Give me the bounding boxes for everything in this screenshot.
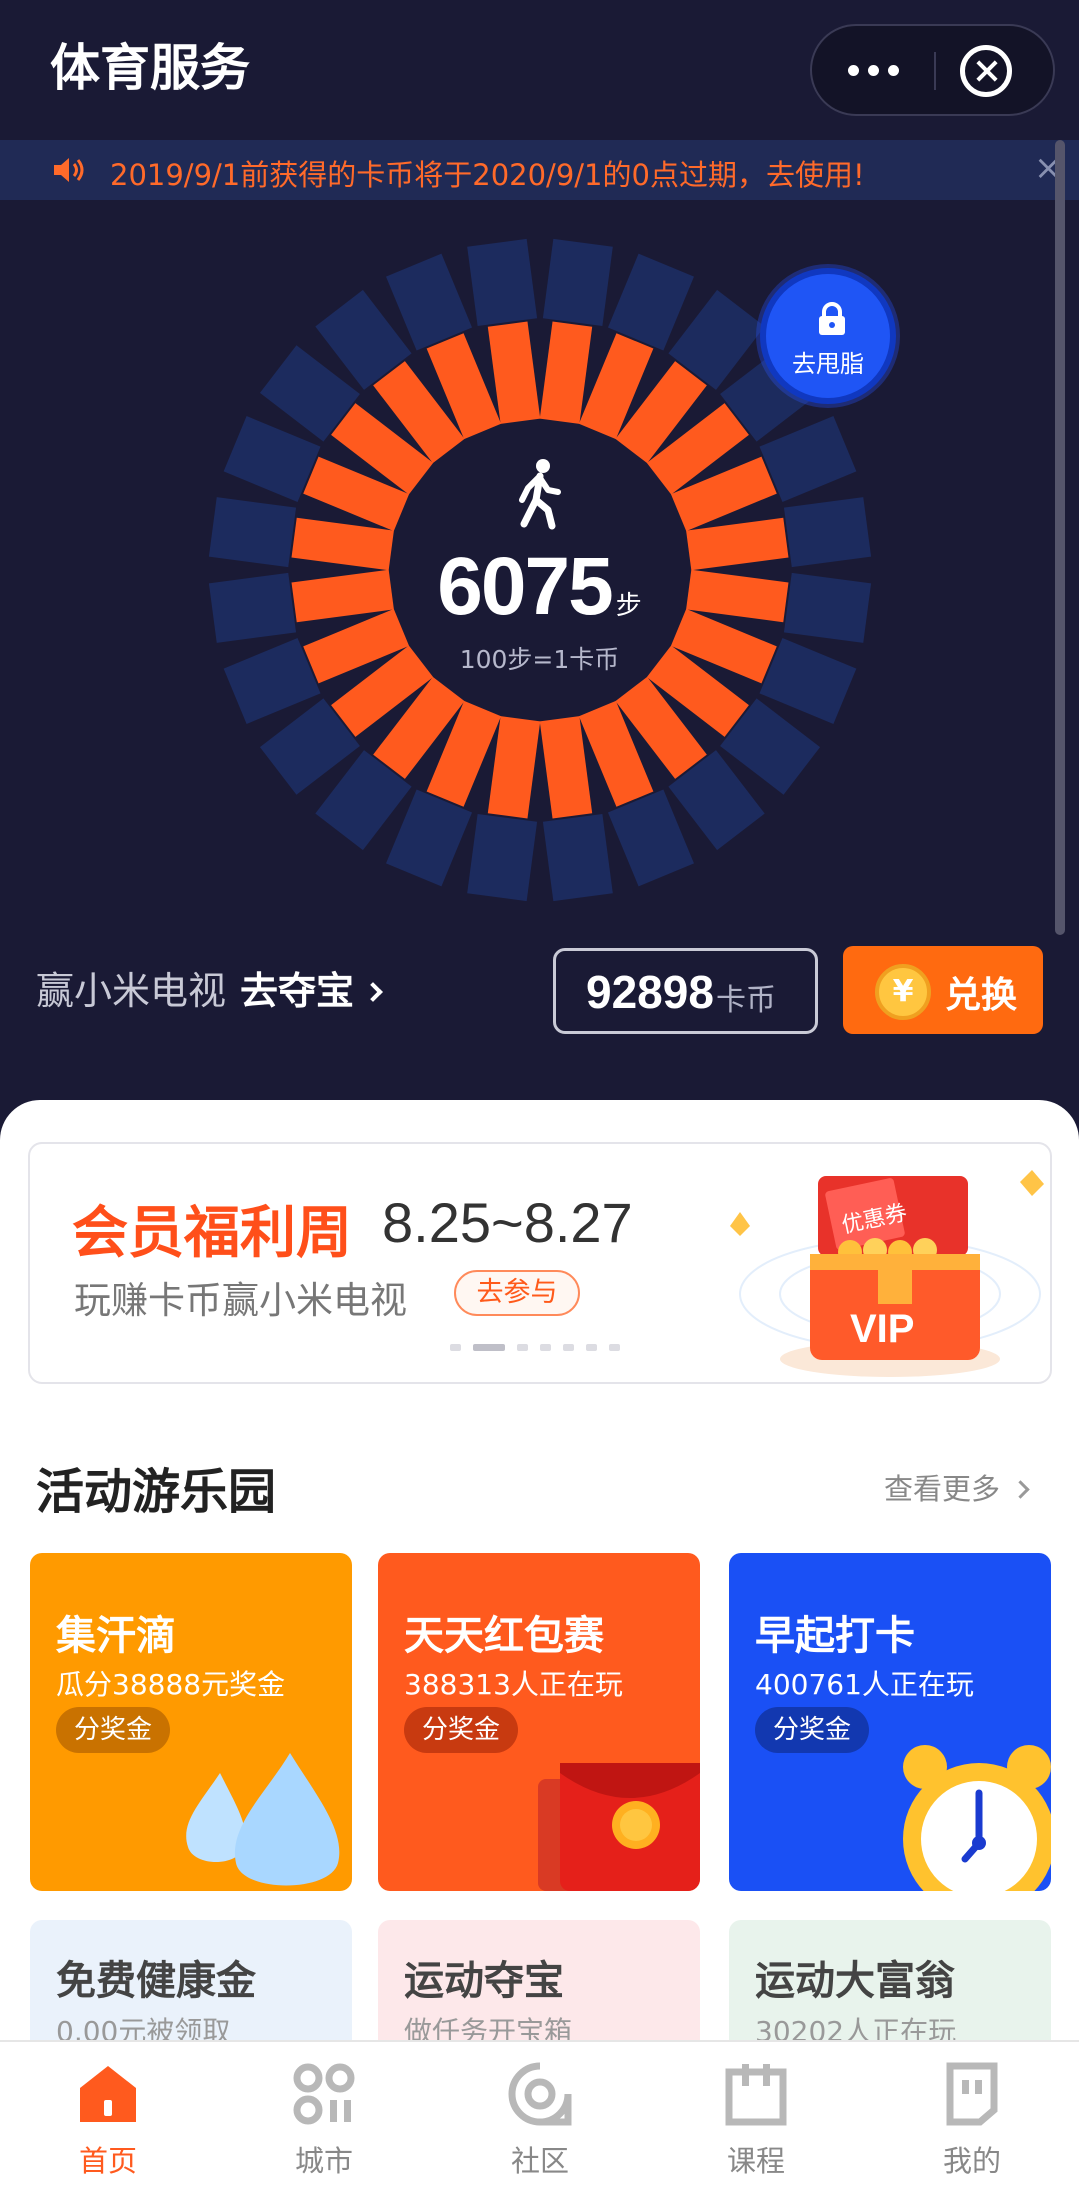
dial-inner-segment: [487, 716, 541, 819]
close-icon[interactable]: [960, 45, 1012, 97]
card-tag: 分奖金: [404, 1707, 519, 1753]
pager-dot: [517, 1344, 528, 1351]
speaker-icon: [54, 158, 84, 182]
chest-vip-label: VIP: [850, 1307, 914, 1351]
red-envelope-icon: [538, 1763, 700, 1891]
vip-chest-illustration: 优惠券 VIP: [730, 1170, 1044, 1377]
card-title: 早起打卡: [755, 1613, 915, 1659]
step-value: 6075: [437, 541, 613, 632]
notice-bar[interactable]: 2019/9/1前获得的卡币将于2020/9/1的0点过期，去使用! ×: [0, 140, 1079, 200]
card-title: 免费健康金: [56, 1958, 256, 2004]
card-subtitle: 做任务开宝箱: [404, 2015, 573, 2040]
join-button[interactable]: 去参与: [454, 1270, 580, 1316]
card-subtitle: 30202人正在玩: [755, 2015, 957, 2040]
community-icon: [508, 2062, 572, 2126]
dial-outer-segment: [542, 813, 613, 902]
dial-inner-segment: [487, 321, 541, 424]
card-subtitle: 瓜分38888元奖金: [56, 1668, 286, 1701]
lock-icon: [819, 302, 845, 335]
see-more-label: 查看更多: [884, 1472, 1001, 1506]
exchange-rate: 100步=1卡币: [459, 645, 620, 674]
title-bar: 体育服务: [0, 0, 1079, 140]
pager-dot-active: [473, 1344, 505, 1351]
water-drop-icon: [186, 1753, 340, 1886]
card-title: 集汗滴: [56, 1613, 176, 1659]
coin-icon: ¥: [875, 964, 931, 1020]
banner-dates: 8.25~8.27: [382, 1191, 633, 1254]
course-icon: [725, 2064, 787, 2126]
card-subtitle: 0.00元被领取: [56, 2015, 231, 2040]
fat-burn-label: 去甩脂: [792, 350, 864, 378]
exchange-button[interactable]: ¥ 兑换: [843, 946, 1043, 1034]
tab-label: 首页: [78, 2144, 137, 2178]
notice-text: 2019/9/1前获得的卡币将于2020/9/1的0点过期，去使用!: [110, 158, 865, 192]
card-subtitle: 388313人正在玩: [404, 1668, 623, 1701]
tab-label: 城市: [294, 2144, 353, 2178]
chevron-right-icon: [363, 982, 383, 1002]
see-more-link[interactable]: 查看更多: [884, 1466, 1030, 1508]
tab-label: 我的: [942, 2144, 1001, 2178]
card-title: 运动夺宝: [404, 1958, 564, 2004]
tab-profile[interactable]: 我的: [864, 2042, 1079, 2193]
pager-dot: [450, 1344, 461, 1351]
pager-dot: [540, 1344, 551, 1351]
capsule-divider: [934, 52, 936, 90]
card-title: 运动大富翁: [755, 1958, 955, 2004]
city-icon: [293, 2063, 355, 2125]
alarm-clock-icon: [903, 1745, 1051, 1891]
member-week-banner[interactable]: 会员福利周 8.25~8.27 玩赚卡币赢小米电视 去参与 优惠券 VIP: [28, 1142, 1052, 1384]
tab-community[interactable]: 社区: [432, 2042, 648, 2193]
bottom-tab-bar: 首页 城市 社区 课程 我的: [0, 2040, 1079, 2193]
dial-inner-segment: [539, 716, 593, 819]
pager-dot: [563, 1344, 574, 1351]
tv-lottery-label: 赢小米电视: [36, 969, 227, 1013]
tab-label: 课程: [726, 2144, 785, 2178]
profile-icon: [946, 2062, 998, 2126]
coin-balance: 92898 卡币: [553, 948, 818, 1034]
banner-headline: 会员福利周: [72, 1201, 352, 1266]
banner-pager: [450, 1344, 620, 1351]
card-tag: 分奖金: [56, 1707, 171, 1753]
activity-card-monopoly[interactable]: 运动大富翁 30202人正在玩: [729, 1920, 1051, 2040]
dial-outer-segment: [542, 238, 613, 327]
tab-course[interactable]: 课程: [648, 2042, 864, 2193]
card-subtitle: 400761人正在玩: [755, 1668, 974, 1701]
dial-outer-segment: [467, 813, 538, 902]
mini-program-capsule: [810, 24, 1055, 116]
exchange-label: 兑换: [945, 975, 1018, 1016]
card-title: 天天红包赛: [404, 1613, 604, 1659]
step-count: 6075 步: [0, 540, 1079, 634]
scrollbar[interactable]: [1055, 140, 1065, 935]
chevron-right-icon: [1011, 1480, 1030, 1499]
home-icon: [80, 2066, 136, 2122]
fat-burn-badge[interactable]: 去甩脂: [760, 268, 896, 404]
activity-card-sweat[interactable]: 集汗滴 瓜分38888元奖金 分奖金: [30, 1553, 352, 1891]
tab-label: 社区: [510, 2144, 569, 2178]
tab-city[interactable]: 城市: [216, 2042, 432, 2193]
tab-home[interactable]: 首页: [0, 2042, 216, 2193]
activity-card-treasure[interactable]: 运动夺宝 做任务开宝箱: [378, 1920, 700, 2040]
activity-card-red-packet[interactable]: 天天红包赛 388313人正在玩 分奖金: [378, 1553, 700, 1891]
activity-card-early-rise[interactable]: 早起打卡 400761人正在玩 分奖金: [729, 1553, 1051, 1891]
card-tag: 分奖金: [755, 1707, 870, 1753]
walking-icon: [519, 459, 561, 530]
section-title: 活动游乐园: [36, 1464, 277, 1520]
tv-lottery-action: 去夺宝: [240, 969, 355, 1013]
dial-inner-segment: [539, 321, 593, 424]
pager-dot: [609, 1344, 620, 1351]
dial-outer-segment: [467, 238, 538, 327]
coin-value: 92898: [586, 966, 714, 1018]
coin-unit: 卡币: [716, 983, 776, 1018]
pager-dot: [586, 1344, 597, 1351]
page-title: 体育服务: [50, 39, 250, 97]
banner-subtitle: 玩赚卡币赢小米电视: [74, 1279, 407, 1322]
tv-lottery-link[interactable]: 赢小米电视 去夺宝: [36, 960, 383, 1015]
step-unit: 步: [615, 591, 642, 621]
activity-card-health-fund[interactable]: 免费健康金 0.00元被领取: [30, 1920, 352, 2040]
more-menu-button[interactable]: [812, 26, 934, 114]
